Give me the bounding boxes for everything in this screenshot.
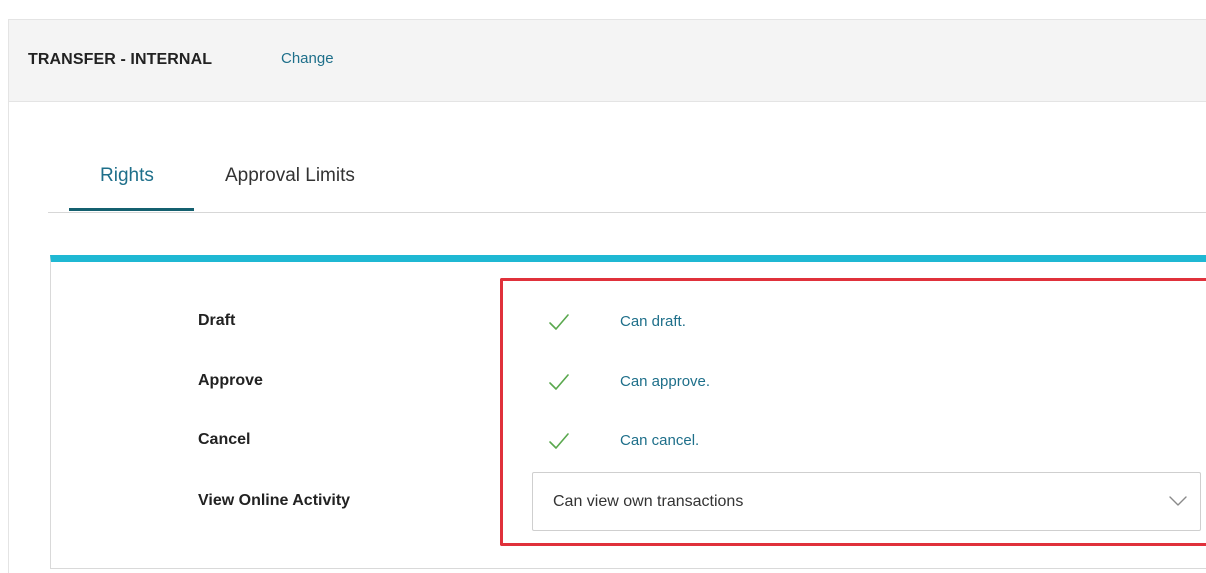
tab-approval-limits[interactable]: Approval Limits xyxy=(225,165,355,187)
tab-rights[interactable]: Rights xyxy=(100,165,154,187)
draft-label: Draft xyxy=(198,312,236,329)
page-title: TRANSFER - INTERNAL xyxy=(28,51,213,68)
check-icon xyxy=(549,433,569,449)
check-icon xyxy=(549,374,569,390)
page: TRANSFER - INTERNAL Change Rights Approv… xyxy=(0,0,1206,573)
select-value: Can view own transactions xyxy=(553,493,744,510)
view-online-activity-select[interactable]: Can view own transactions xyxy=(532,472,1201,531)
approve-value: Can approve. xyxy=(620,373,711,390)
tab-bar: Rights Approval Limits xyxy=(48,150,1206,213)
change-link[interactable]: Change xyxy=(281,50,334,67)
view-online-activity-label: View Online Activity xyxy=(198,492,351,509)
chevron-down-icon[interactable] xyxy=(1169,495,1187,507)
active-tab-indicator xyxy=(69,208,194,211)
left-divider xyxy=(8,102,9,573)
cancel-label: Cancel xyxy=(198,431,251,448)
cancel-value: Can cancel. xyxy=(620,432,700,449)
check-icon xyxy=(549,314,569,330)
approve-label: Approve xyxy=(198,372,263,389)
draft-value: Can draft. xyxy=(620,313,686,330)
